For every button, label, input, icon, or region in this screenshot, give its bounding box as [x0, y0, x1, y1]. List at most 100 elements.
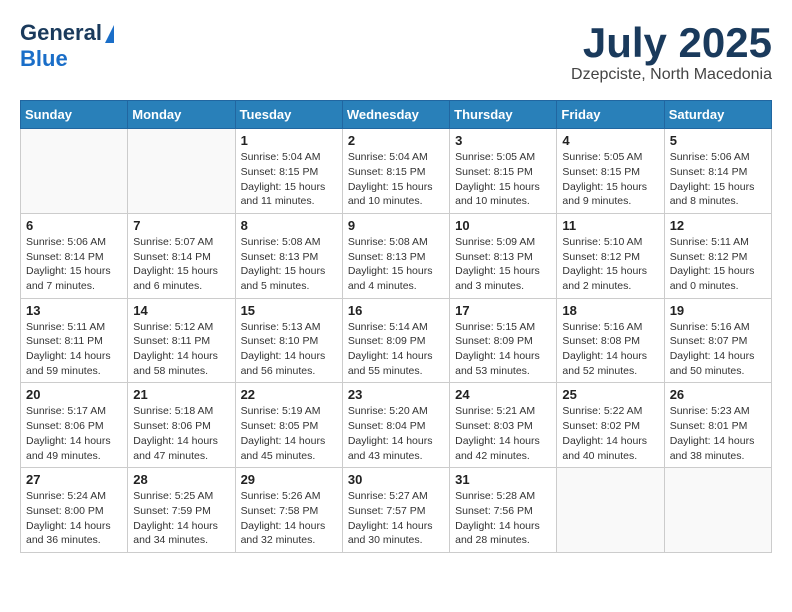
calendar-week-row: 6 Sunrise: 5:06 AM Sunset: 8:14 PM Daylig…: [21, 213, 772, 298]
calendar-cell: 22 Sunrise: 5:19 AM Sunset: 8:05 PM Dayli…: [235, 383, 342, 468]
calendar-cell: 29Sunrise: 5:26 AM Sunset: 7:58 PM Dayli…: [235, 468, 342, 553]
calendar-cell: 15 Sunrise: 5:13 AM Sunset: 8:10 PM Dayli…: [235, 298, 342, 383]
day-info: Sunrise: 5:04 AM Sunset: 8:15 PM Dayligh…: [348, 150, 444, 209]
calendar-cell: 7 Sunrise: 5:07 AM Sunset: 8:14 PM Daylig…: [128, 213, 235, 298]
day-info: Sunrise: 5:28 AM Sunset: 7:56 PM Dayligh…: [455, 489, 551, 548]
day-number: 22: [241, 387, 337, 402]
day-info: Sunrise: 5:16 AM Sunset: 8:07 PM Dayligh…: [670, 320, 766, 379]
logo: General Blue: [20, 20, 114, 72]
day-info: Sunrise: 5:24 AM Sunset: 8:00 PM Dayligh…: [26, 489, 122, 548]
day-number: 10: [455, 218, 551, 233]
day-number: 25: [562, 387, 658, 402]
day-info: Sunrise: 5:07 AM Sunset: 8:14 PM Dayligh…: [133, 235, 229, 294]
calendar-cell: 28Sunrise: 5:25 AM Sunset: 7:59 PM Dayli…: [128, 468, 235, 553]
day-info: Sunrise: 5:06 AM Sunset: 8:14 PM Dayligh…: [26, 235, 122, 294]
calendar-week-row: 13 Sunrise: 5:11 AM Sunset: 8:11 PM Dayli…: [21, 298, 772, 383]
day-info: Sunrise: 5:20 AM Sunset: 8:04 PM Dayligh…: [348, 404, 444, 463]
day-info: Sunrise: 5:04 AM Sunset: 8:15 PM Dayligh…: [241, 150, 337, 209]
day-info: Sunrise: 5:26 AM Sunset: 7:58 PM Dayligh…: [241, 489, 337, 548]
day-number: 15: [241, 303, 337, 318]
day-info: Sunrise: 5:19 AM Sunset: 8:05 PM Dayligh…: [241, 404, 337, 463]
day-info: Sunrise: 5:23 AM Sunset: 8:01 PM Dayligh…: [670, 404, 766, 463]
day-info: Sunrise: 5:16 AM Sunset: 8:08 PM Dayligh…: [562, 320, 658, 379]
calendar-weekday-tuesday: Tuesday: [235, 101, 342, 129]
day-number: 1: [241, 133, 337, 148]
calendar-cell: 3 Sunrise: 5:05 AM Sunset: 8:15 PM Daylig…: [450, 129, 557, 214]
day-info: Sunrise: 5:11 AM Sunset: 8:11 PM Dayligh…: [26, 320, 122, 379]
title-area: July 2025 Dzepciste, North Macedonia: [571, 20, 772, 84]
calendar-cell: [21, 129, 128, 214]
calendar-cell: 31 Sunrise: 5:28 AM Sunset: 7:56 PM Dayli…: [450, 468, 557, 553]
calendar-week-row: 1 Sunrise: 5:04 AM Sunset: 8:15 PM Daylig…: [21, 129, 772, 214]
calendar-weekday-monday: Monday: [128, 101, 235, 129]
calendar-cell: 12Sunrise: 5:11 AM Sunset: 8:12 PM Dayli…: [664, 213, 771, 298]
day-info: Sunrise: 5:14 AM Sunset: 8:09 PM Dayligh…: [348, 320, 444, 379]
calendar-cell: [664, 468, 771, 553]
calendar-cell: [128, 129, 235, 214]
day-info: Sunrise: 5:17 AM Sunset: 8:06 PM Dayligh…: [26, 404, 122, 463]
day-number: 7: [133, 218, 229, 233]
logo-blue: Blue: [20, 46, 68, 71]
calendar-week-row: 20Sunrise: 5:17 AM Sunset: 8:06 PM Dayli…: [21, 383, 772, 468]
calendar-cell: 24Sunrise: 5:21 AM Sunset: 8:03 PM Dayli…: [450, 383, 557, 468]
calendar-cell: 19 Sunrise: 5:16 AM Sunset: 8:07 PM Dayli…: [664, 298, 771, 383]
day-number: 27: [26, 472, 122, 487]
day-info: Sunrise: 5:22 AM Sunset: 8:02 PM Dayligh…: [562, 404, 658, 463]
calendar-cell: 9 Sunrise: 5:08 AM Sunset: 8:13 PM Daylig…: [342, 213, 449, 298]
day-number: 26: [670, 387, 766, 402]
calendar-cell: 23 Sunrise: 5:20 AM Sunset: 8:04 PM Dayli…: [342, 383, 449, 468]
day-number: 30: [348, 472, 444, 487]
day-info: Sunrise: 5:25 AM Sunset: 7:59 PM Dayligh…: [133, 489, 229, 548]
day-info: Sunrise: 5:18 AM Sunset: 8:06 PM Dayligh…: [133, 404, 229, 463]
day-number: 8: [241, 218, 337, 233]
day-info: Sunrise: 5:08 AM Sunset: 8:13 PM Dayligh…: [241, 235, 337, 294]
calendar-cell: 2 Sunrise: 5:04 AM Sunset: 8:15 PM Daylig…: [342, 129, 449, 214]
calendar-cell: 21Sunrise: 5:18 AM Sunset: 8:06 PM Dayli…: [128, 383, 235, 468]
day-number: 3: [455, 133, 551, 148]
day-number: 19: [670, 303, 766, 318]
day-info: Sunrise: 5:13 AM Sunset: 8:10 PM Dayligh…: [241, 320, 337, 379]
day-info: Sunrise: 5:11 AM Sunset: 8:12 PM Dayligh…: [670, 235, 766, 294]
calendar-cell: 10 Sunrise: 5:09 AM Sunset: 8:13 PM Dayli…: [450, 213, 557, 298]
month-title: July 2025: [571, 20, 772, 66]
calendar-cell: 6 Sunrise: 5:06 AM Sunset: 8:14 PM Daylig…: [21, 213, 128, 298]
day-info: Sunrise: 5:10 AM Sunset: 8:12 PM Dayligh…: [562, 235, 658, 294]
calendar-cell: 13 Sunrise: 5:11 AM Sunset: 8:11 PM Dayli…: [21, 298, 128, 383]
day-info: Sunrise: 5:21 AM Sunset: 8:03 PM Dayligh…: [455, 404, 551, 463]
calendar-cell: 4 Sunrise: 5:05 AM Sunset: 8:15 PM Daylig…: [557, 129, 664, 214]
calendar-weekday-wednesday: Wednesday: [342, 101, 449, 129]
day-number: 31: [455, 472, 551, 487]
day-info: Sunrise: 5:08 AM Sunset: 8:13 PM Dayligh…: [348, 235, 444, 294]
calendar-cell: 18 Sunrise: 5:16 AM Sunset: 8:08 PM Dayli…: [557, 298, 664, 383]
day-number: 5: [670, 133, 766, 148]
calendar-header-row: SundayMondayTuesdayWednesdayThursdayFrid…: [21, 101, 772, 129]
logo-general: General: [20, 20, 102, 46]
day-number: 13: [26, 303, 122, 318]
day-number: 18: [562, 303, 658, 318]
day-info: Sunrise: 5:12 AM Sunset: 8:11 PM Dayligh…: [133, 320, 229, 379]
day-info: Sunrise: 5:09 AM Sunset: 8:13 PM Dayligh…: [455, 235, 551, 294]
day-number: 2: [348, 133, 444, 148]
calendar-cell: 20Sunrise: 5:17 AM Sunset: 8:06 PM Dayli…: [21, 383, 128, 468]
calendar-cell: 1 Sunrise: 5:04 AM Sunset: 8:15 PM Daylig…: [235, 129, 342, 214]
calendar-weekday-saturday: Saturday: [664, 101, 771, 129]
day-info: Sunrise: 5:05 AM Sunset: 8:15 PM Dayligh…: [562, 150, 658, 209]
day-info: Sunrise: 5:06 AM Sunset: 8:14 PM Dayligh…: [670, 150, 766, 209]
calendar-table: SundayMondayTuesdayWednesdayThursdayFrid…: [20, 100, 772, 553]
day-info: Sunrise: 5:05 AM Sunset: 8:15 PM Dayligh…: [455, 150, 551, 209]
day-number: 6: [26, 218, 122, 233]
day-number: 9: [348, 218, 444, 233]
day-number: 23: [348, 387, 444, 402]
calendar-week-row: 27 Sunrise: 5:24 AM Sunset: 8:00 PM Dayli…: [21, 468, 772, 553]
location-title: Dzepciste, North Macedonia: [571, 66, 772, 84]
day-number: 16: [348, 303, 444, 318]
calendar-cell: 25 Sunrise: 5:22 AM Sunset: 8:02 PM Dayli…: [557, 383, 664, 468]
calendar-cell: 17Sunrise: 5:15 AM Sunset: 8:09 PM Dayli…: [450, 298, 557, 383]
day-info: Sunrise: 5:15 AM Sunset: 8:09 PM Dayligh…: [455, 320, 551, 379]
day-number: 4: [562, 133, 658, 148]
day-number: 14: [133, 303, 229, 318]
calendar-cell: 5 Sunrise: 5:06 AM Sunset: 8:14 PM Daylig…: [664, 129, 771, 214]
page-header: General Blue July 2025 Dzepciste, North …: [20, 20, 772, 84]
calendar-cell: 26 Sunrise: 5:23 AM Sunset: 8:01 PM Dayli…: [664, 383, 771, 468]
calendar-weekday-thursday: Thursday: [450, 101, 557, 129]
